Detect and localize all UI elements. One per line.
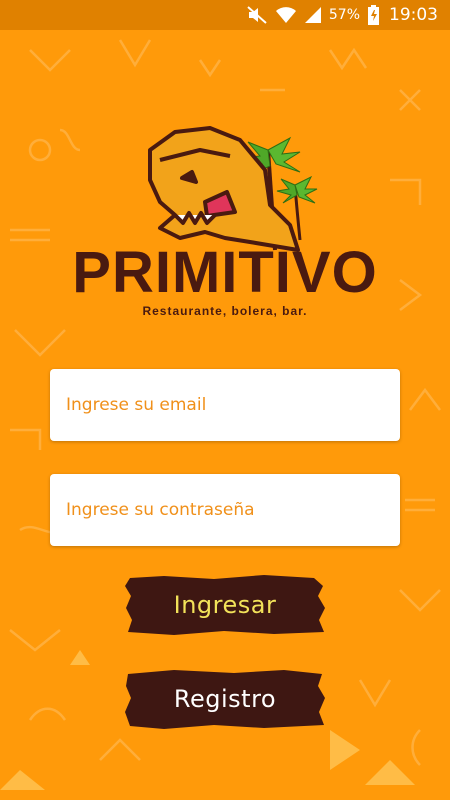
battery-percent: 57% — [328, 7, 360, 23]
brand-name: PRIMITIVO — [72, 240, 378, 305]
mute-icon — [247, 6, 267, 24]
email-field[interactable] — [50, 369, 400, 441]
register-button-label: Registro — [173, 685, 277, 713]
brand-tagline: Restaurante, bolera, bar. — [142, 304, 308, 318]
battery-charging-icon — [368, 5, 379, 25]
register-button[interactable]: Registro — [124, 668, 326, 730]
wifi-icon — [275, 6, 297, 24]
login-button-label: Ingresar — [173, 591, 277, 619]
password-input[interactable] — [50, 474, 400, 546]
signal-icon — [304, 6, 321, 24]
password-field[interactable] — [50, 474, 400, 546]
login-button[interactable]: Ingresar — [124, 574, 326, 636]
status-bar: 57% 19:03 — [0, 0, 450, 30]
email-input[interactable] — [50, 369, 400, 441]
clock: 19:03 — [389, 5, 438, 25]
